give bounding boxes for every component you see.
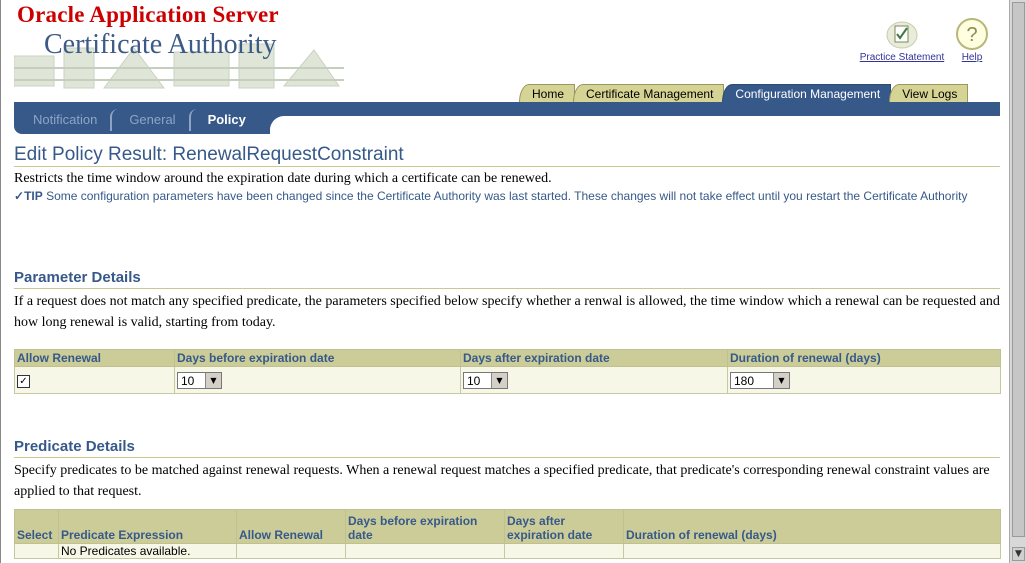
predicate-details-title: Predicate Details [14, 438, 135, 455]
table-cell [345, 543, 505, 559]
parameter-table: Allow Renewal Days before expiration dat… [14, 349, 1001, 394]
parameter-details-text: If a request does not match any specifie… [14, 294, 1000, 330]
column-header: Predicate Expression [58, 509, 237, 544]
days-after-value: 10 [467, 373, 481, 388]
table-row: ✓ 10 ▼ 10 ▼ 180 ▼ [14, 366, 1001, 394]
scroll-down-icon[interactable]: ▼ [1012, 547, 1025, 561]
tip-message: ✓​ TIP Some configuration parameters hav… [14, 188, 1004, 204]
vertical-scrollbar[interactable]: ▼ [1009, 0, 1026, 563]
subtab-general[interactable]: General [110, 109, 188, 131]
column-header: Days before expiration date [174, 349, 461, 367]
empty-message: No Predicates available. [58, 543, 237, 559]
column-header: Days before expiration date [345, 509, 505, 544]
product-name: Certificate Authority [44, 29, 277, 60]
parameter-details-title: Parameter Details [14, 269, 141, 286]
help-label: Help [961, 52, 983, 63]
practice-statement-button[interactable]: Practice Statement [856, 20, 948, 63]
chevron-down-icon: ▼ [491, 372, 507, 388]
help-button[interactable]: ? Help [952, 18, 992, 63]
duration-value: 180 [734, 373, 755, 388]
svg-text:?: ? [966, 24, 977, 46]
days-after-select[interactable]: 10 ▼ [463, 371, 508, 389]
predicate-details-text: Specify predicates to be matched against… [14, 463, 990, 499]
predicate-details-divider [14, 457, 1000, 458]
days-before-cell: 10 ▼ [174, 366, 461, 394]
table-row: No Predicates available. [14, 543, 1001, 559]
page-description: Restricts the time window around the exp… [14, 171, 552, 186]
tab-configuration-management[interactable]: Configuration Management [722, 84, 892, 102]
subtab-policy[interactable]: Policy [188, 109, 259, 131]
column-header: Days after expiration date [460, 349, 728, 367]
duration-select[interactable]: 180 ▼ [730, 371, 790, 389]
page-title: Edit Policy Result: RenewalRequestConstr… [14, 144, 404, 165]
table-cell [236, 543, 346, 559]
subtabs: Notification General Policy [14, 108, 259, 132]
allow-renewal-checkbox[interactable]: ✓ [17, 374, 30, 388]
tab-view-logs[interactable]: View Logs [889, 84, 969, 102]
table-cell [623, 543, 1001, 559]
column-header: Days after expiration date [504, 509, 624, 544]
tab-home[interactable]: Home [519, 84, 576, 102]
column-header: Allow Renewal [14, 349, 175, 367]
practice-statement-icon [886, 21, 918, 49]
column-header: Allow Renewal [236, 509, 346, 544]
column-header: Select [14, 509, 59, 544]
tip-check-icon: ✓​ [14, 189, 25, 203]
tip-label: TIP [24, 189, 43, 203]
table-cell [504, 543, 624, 559]
help-icon: ? [956, 18, 988, 50]
title-divider [14, 166, 1000, 167]
duration-cell: 180 ▼ [727, 366, 1001, 394]
allow-renewal-cell: ✓ [14, 366, 175, 394]
tip-text: Some configuration parameters have been … [46, 189, 968, 203]
subtab-notification[interactable]: Notification [14, 109, 110, 131]
predicate-table: Select Predicate Expression Allow Renewa… [14, 509, 1001, 559]
days-before-value: 10 [181, 373, 195, 388]
days-after-cell: 10 ▼ [460, 366, 728, 394]
parameter-details-divider [14, 288, 1000, 289]
column-header: Duration of renewal (days) [727, 349, 1001, 367]
days-before-select[interactable]: 10 ▼ [177, 371, 222, 389]
scrollbar-thumb[interactable] [1012, 2, 1025, 537]
practice-statement-label: Practice Statement [859, 52, 945, 63]
subtab-bar-curve [270, 116, 1000, 134]
column-header: Duration of renewal (days) [623, 509, 1001, 544]
tab-certificate-management[interactable]: Certificate Management [573, 84, 725, 102]
main-tabs: Home Certificate Management Configuratio… [519, 84, 969, 102]
chevron-down-icon: ▼ [773, 372, 789, 388]
oracle-logo-text: Oracle Application Server [17, 2, 279, 27]
select-cell [14, 543, 59, 559]
chevron-down-icon: ▼ [205, 372, 221, 388]
